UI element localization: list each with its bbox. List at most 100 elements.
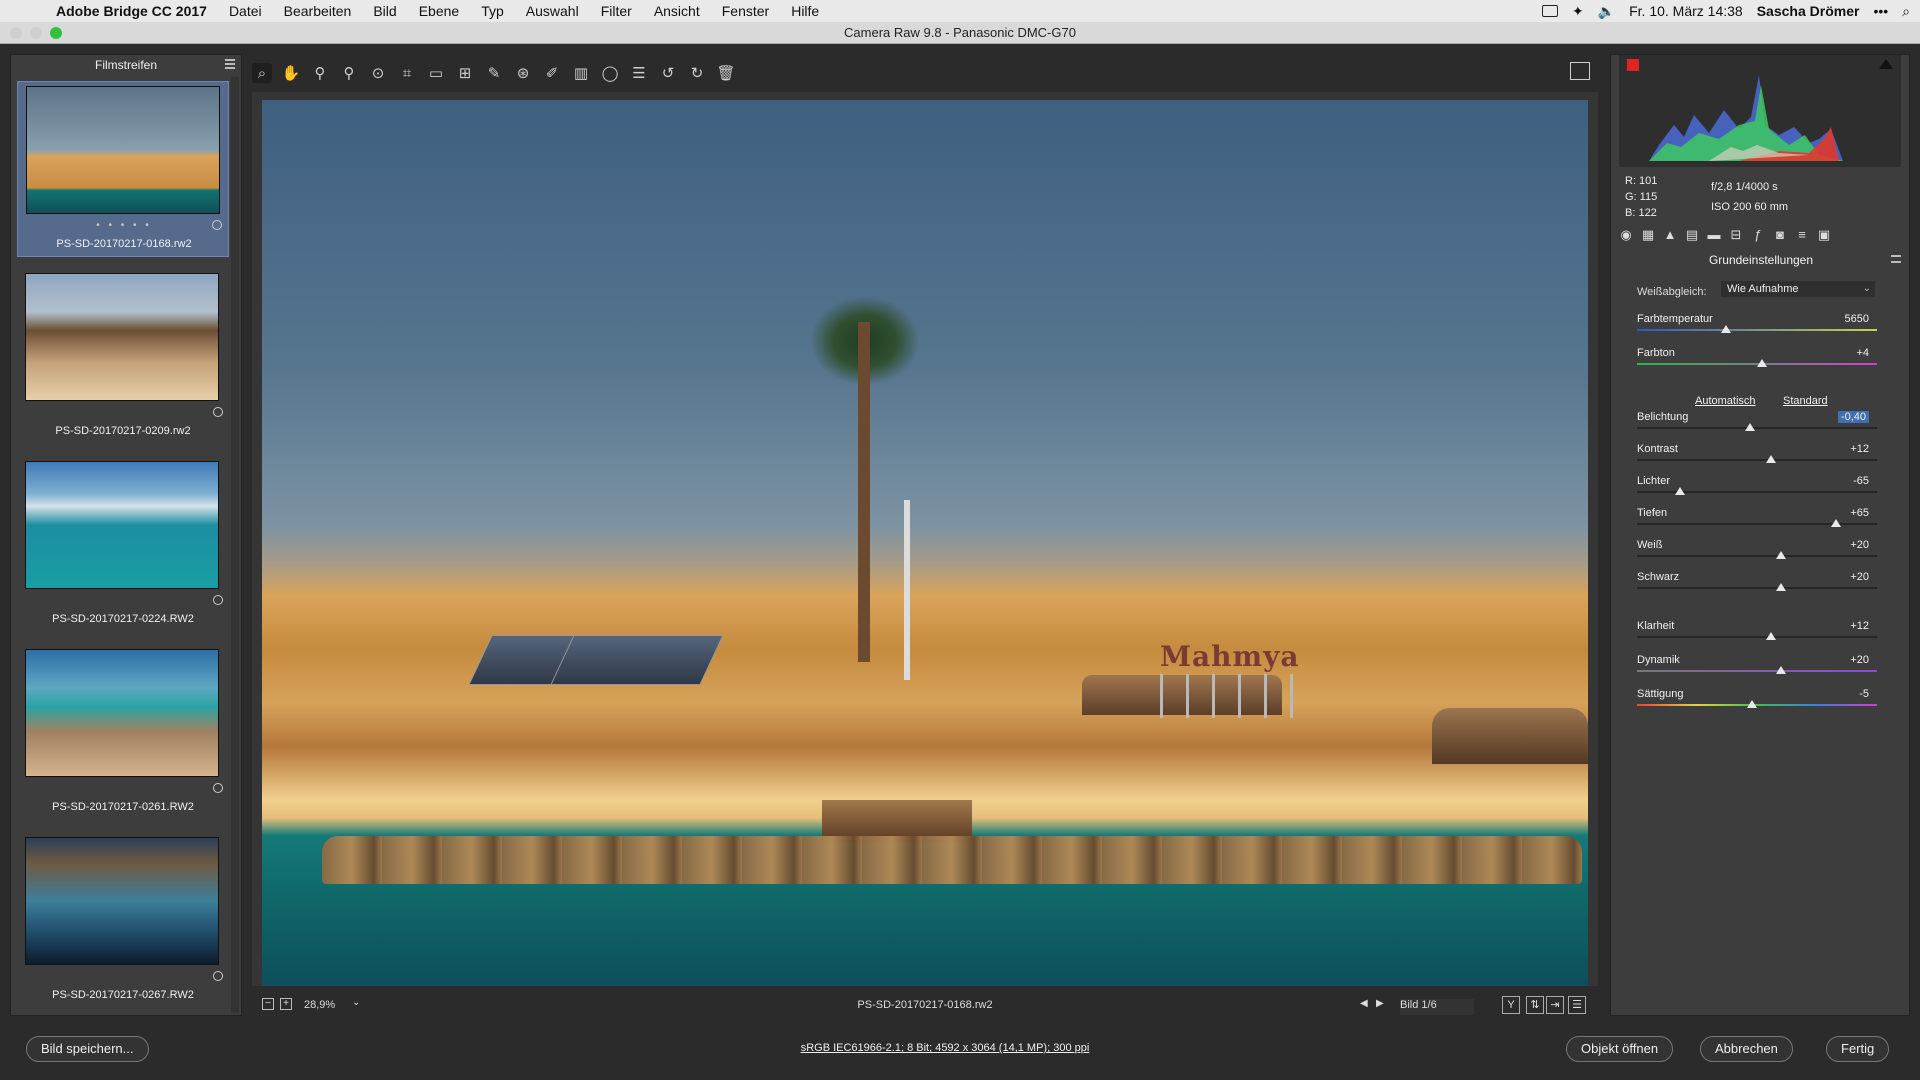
slider-handle[interactable] xyxy=(1744,423,1755,431)
menu-filter[interactable]: Filter xyxy=(601,3,632,19)
default-link[interactable]: Standard xyxy=(1783,395,1828,407)
window-close-button[interactable] xyxy=(10,27,22,39)
menu-hilfe[interactable]: Hilfe xyxy=(791,3,819,19)
window-zoom-button[interactable] xyxy=(50,27,62,39)
next-image-icon[interactable]: ▶ xyxy=(1376,998,1384,1009)
slider-value-field[interactable]: +12 xyxy=(1850,620,1869,632)
slider-value-field[interactable]: -65 xyxy=(1853,475,1869,487)
menu-typ[interactable]: Typ xyxy=(481,3,504,19)
slider-farbtemperatur[interactable]: Farbtemperatur 5650 xyxy=(1637,313,1881,343)
slider-kontrast[interactable]: Kontrast +12 xyxy=(1637,443,1881,473)
white-balance-select[interactable]: Wie Aufnahme ⌄ xyxy=(1721,281,1875,297)
slider-sättigung[interactable]: Sättigung -5 xyxy=(1637,688,1881,718)
slider-handle[interactable] xyxy=(1675,487,1686,495)
before-after-y-icon[interactable]: Y xyxy=(1502,996,1520,1014)
transform-tool-icon[interactable]: ⊞ xyxy=(455,63,475,83)
menu-auswahl[interactable]: Auswahl xyxy=(526,3,579,19)
slider-handle[interactable] xyxy=(1747,700,1758,708)
slider-handle[interactable] xyxy=(1831,519,1842,527)
lens-corrections-tab-icon[interactable]: ⊟ xyxy=(1729,227,1743,242)
slider-lichter[interactable]: Lichter -65 xyxy=(1637,475,1881,505)
slider-track[interactable] xyxy=(1637,636,1877,638)
camera-calibration-tab-icon[interactable]: ◙ xyxy=(1773,227,1787,242)
detail-tab-icon[interactable]: ▲ xyxy=(1663,227,1677,242)
trash-icon[interactable]: 🗑 xyxy=(716,63,736,83)
slider-value-field[interactable]: +20 xyxy=(1850,539,1869,551)
slider-value-field[interactable]: +12 xyxy=(1850,443,1869,455)
zoom-tool-icon[interactable]: ⌕ xyxy=(252,63,272,83)
filmstrip-item[interactable]: PS-SD-20170217-0224.RW2 xyxy=(17,457,229,633)
spotlight-icon[interactable]: ⌕ xyxy=(1902,3,1910,20)
menu-app-name[interactable]: Adobe Bridge CC 2017 xyxy=(56,3,207,19)
menu-bild[interactable]: Bild xyxy=(373,3,396,19)
menu-bearbeiten[interactable]: Bearbeiten xyxy=(284,3,352,19)
slider-handle[interactable] xyxy=(1776,551,1786,559)
auto-link[interactable]: Automatisch xyxy=(1695,395,1756,407)
presets-list-icon[interactable]: ☰ xyxy=(629,63,649,83)
slider-value-field[interactable]: -5 xyxy=(1859,688,1869,700)
filmstrip-menu-icon[interactable] xyxy=(225,59,235,69)
rating-stars[interactable]: • • • • • xyxy=(18,220,230,231)
slider-klarheit[interactable]: Klarheit +12 xyxy=(1637,620,1881,650)
slider-track[interactable] xyxy=(1637,587,1877,589)
adjustment-brush-icon[interactable]: ✐ xyxy=(542,63,562,83)
panel-menu-icon[interactable] xyxy=(1891,255,1901,263)
thumbnail-image[interactable] xyxy=(25,837,219,965)
more-menu-icon[interactable]: ••• xyxy=(1873,3,1888,19)
slider-track[interactable] xyxy=(1637,491,1877,493)
menu-ansicht[interactable]: Ansicht xyxy=(654,3,700,19)
done-button[interactable]: Fertig xyxy=(1826,1036,1890,1062)
presets-tab-icon[interactable]: ≡ xyxy=(1795,227,1809,242)
hand-tool-icon[interactable]: ✋ xyxy=(281,63,301,83)
thumbnail-image[interactable] xyxy=(25,273,219,401)
swap-settings-icon[interactable]: ⇅ xyxy=(1526,996,1544,1014)
slider-weiß[interactable]: Weiß +20 xyxy=(1637,539,1881,569)
slider-value-field[interactable]: +20 xyxy=(1850,571,1869,583)
clock-text[interactable]: Fr. 10. März 14:38 xyxy=(1629,3,1743,19)
copy-settings-icon[interactable]: ⇥ xyxy=(1546,996,1564,1014)
rotate-left-icon[interactable]: ↺ xyxy=(658,63,678,83)
slider-value-field[interactable]: +20 xyxy=(1850,654,1869,666)
view-settings-icon[interactable]: ☰ xyxy=(1568,996,1586,1014)
slider-value-field[interactable]: +4 xyxy=(1856,347,1869,359)
slider-dynamik[interactable]: Dynamik +20 xyxy=(1637,654,1881,684)
targeted-adjustment-tool-icon[interactable]: ⊙ xyxy=(368,63,388,83)
slider-track[interactable] xyxy=(1637,555,1877,557)
filmstrip-item[interactable]: PS-SD-20170217-0261.RW2 xyxy=(17,645,229,821)
rotate-right-icon[interactable]: ↻ xyxy=(687,63,707,83)
slider-value-field[interactable]: 5650 xyxy=(1845,313,1869,325)
snapshots-tab-icon[interactable]: ▣ xyxy=(1817,227,1831,242)
slider-tiefen[interactable]: Tiefen +65 xyxy=(1637,507,1881,537)
open-object-button[interactable]: Objekt öffnen xyxy=(1566,1036,1674,1062)
slider-track[interactable] xyxy=(1637,459,1877,461)
slider-value-field[interactable]: -0,40 xyxy=(1837,411,1869,423)
tone-curve-tab-icon[interactable]: ▦ xyxy=(1641,227,1655,242)
user-name[interactable]: Sascha Drömer xyxy=(1757,3,1860,19)
color-sampler-tool-icon[interactable]: ⚲ xyxy=(339,63,359,83)
filmstrip-item[interactable]: • • • • • PS-SD-20170217-0168.rw2 xyxy=(17,81,229,257)
shadow-clipping-warning-icon[interactable] xyxy=(1627,59,1639,71)
filmstrip-scrollbar[interactable] xyxy=(231,77,239,1013)
screen-capture-icon[interactable] xyxy=(1541,5,1558,17)
basic-tab-icon[interactable]: ◉ xyxy=(1619,227,1633,242)
slider-track[interactable] xyxy=(1637,670,1877,672)
cancel-button[interactable]: Abbrechen xyxy=(1700,1036,1793,1062)
spot-removal-tool-icon[interactable]: ✎ xyxy=(484,63,504,83)
red-eye-tool-icon[interactable]: ⊛ xyxy=(513,63,533,83)
menu-datei[interactable]: Datei xyxy=(229,3,262,19)
slider-handle[interactable] xyxy=(1766,632,1777,640)
white-balance-tool-icon[interactable]: ⚲ xyxy=(310,63,330,83)
slider-schwarz[interactable]: Schwarz +20 xyxy=(1637,571,1881,601)
volume-icon[interactable]: 🔈 xyxy=(1598,3,1615,20)
slider-track[interactable] xyxy=(1637,329,1877,331)
dropbox-icon[interactable]: ✦ xyxy=(1572,3,1584,20)
filmstrip-item[interactable]: PS-SD-20170217-0267.RW2 xyxy=(17,833,229,1009)
slider-handle[interactable] xyxy=(1720,325,1731,333)
thumbnail-image[interactable] xyxy=(25,461,219,589)
crop-tool-icon[interactable]: ⌗ xyxy=(397,63,417,83)
slider-belichtung[interactable]: Belichtung -0,40 xyxy=(1637,411,1881,441)
fullscreen-toggle-icon[interactable] xyxy=(1570,62,1590,80)
preview-image[interactable]: Mahmya xyxy=(262,100,1588,986)
thumbnail-image[interactable] xyxy=(25,649,219,777)
slider-track[interactable] xyxy=(1637,427,1877,429)
